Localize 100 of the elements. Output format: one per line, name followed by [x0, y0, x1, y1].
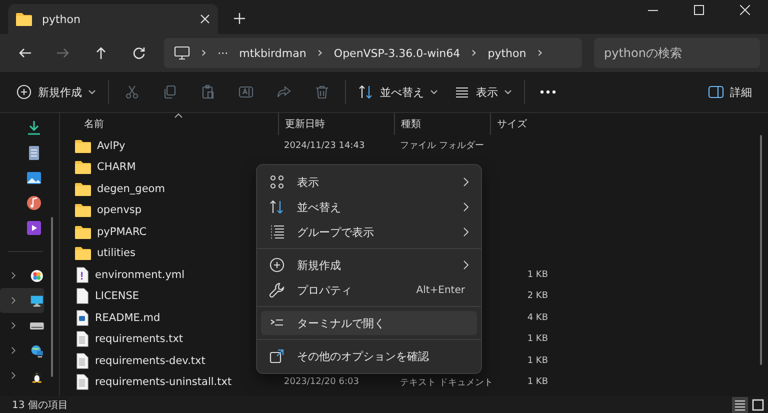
sort-icon: [269, 199, 285, 215]
video-icon: [26, 220, 42, 236]
breadcrumb-separator: ›: [537, 45, 543, 61]
download-icon: [26, 120, 42, 136]
file-name[interactable]: AvlPy: [97, 140, 126, 152]
file-size: 1 KB: [527, 356, 548, 366]
file-icon: [75, 374, 89, 390]
sort-icon: [358, 84, 374, 100]
music-icon: [26, 194, 42, 210]
close-icon[interactable]: [200, 14, 210, 24]
file-size: 1 KB: [527, 334, 548, 344]
more-icon: [540, 90, 556, 94]
folder-icon: [16, 12, 32, 26]
menu-item[interactable]: 表示: [261, 170, 477, 194]
file-type: テキスト ドキュメント: [400, 378, 493, 388]
file-name[interactable]: LICENSE: [95, 290, 140, 302]
chevron-icon: [463, 202, 469, 212]
ellipsis-button[interactable]: ···: [218, 46, 228, 60]
list-icon: [269, 224, 285, 240]
chevron-icon: [463, 260, 469, 270]
maximize-icon[interactable]: [694, 5, 704, 15]
forward-arrow-icon: [56, 46, 70, 60]
sort-button[interactable]: 並べ替え: [350, 77, 446, 107]
file-name[interactable]: requirements-dev.txt: [95, 354, 206, 367]
caret-icon: [88, 89, 96, 95]
picture-icon: [26, 170, 42, 186]
chevron-icon: [463, 227, 469, 237]
details-pane-icon: [708, 85, 724, 99]
document-icon: [26, 144, 42, 160]
column-header[interactable]: サイズ: [490, 113, 550, 135]
file-name[interactable]: openvsp: [97, 204, 142, 216]
file-size: 4 KB: [527, 312, 548, 323]
chevron-icon[interactable]: [11, 321, 16, 330]
details-view-button[interactable]: [732, 396, 748, 412]
tree-item[interactable]: [0, 288, 44, 313]
caret-icon: [504, 89, 512, 95]
file-name[interactable]: degen_geom: [97, 182, 165, 195]
file-name[interactable]: requirements-uninstall.txt: [95, 376, 232, 388]
details-button[interactable]: 詳細: [700, 77, 760, 107]
address-bar[interactable]: › ··· mtkbirdman › OpenVSP-3.36.0-win64 › python ›: [164, 38, 582, 68]
date-modified: 2023/12/20 6:03: [284, 377, 359, 388]
chevron-icon[interactable]: [11, 346, 16, 355]
tab-title: python: [42, 12, 82, 26]
wrench-icon: [269, 282, 285, 298]
file-name[interactable]: requirements.txt: [95, 333, 184, 346]
item-count: 13 個の項目: [12, 398, 68, 412]
folder-icon: [75, 203, 91, 218]
file-name[interactable]: CHARM: [97, 161, 136, 174]
chevron-icon: [463, 177, 469, 187]
view-button[interactable]: 表示: [446, 77, 520, 107]
rename-icon: [238, 84, 254, 100]
file-size: 2 KB: [527, 291, 548, 302]
menu-item[interactable]: グループで表示: [261, 220, 477, 244]
menu-item[interactable]: 並べ替え: [261, 195, 477, 219]
file-size: 1 KB: [527, 270, 548, 280]
chevron-icon[interactable]: [11, 271, 16, 280]
scrollbar[interactable]: [51, 217, 53, 377]
plus-circle-icon: [16, 84, 32, 100]
file-icon: [75, 331, 89, 348]
sort-caret-icon: [174, 113, 183, 118]
clipboard-icon: [200, 84, 216, 100]
photos-icon: [30, 268, 44, 284]
plus-circle-icon: [269, 257, 285, 273]
file-icon: [75, 310, 89, 326]
breadcrumb[interactable]: OpenVSP-3.36.0-win64: [334, 46, 460, 60]
monitor-icon: [174, 46, 190, 60]
column-header[interactable]: 種類: [394, 113, 490, 135]
close-icon[interactable]: [740, 5, 750, 15]
folder-icon: [75, 138, 91, 153]
breadcrumb-separator: ›: [201, 45, 207, 61]
tiles-view-button[interactable]: [750, 396, 766, 412]
file-icon: [75, 352, 89, 369]
menu-item[interactable]: その他のオプションを確認: [261, 344, 477, 368]
shortcut-text: Alt+Enter: [416, 284, 465, 296]
scrollbar[interactable]: [760, 135, 762, 365]
column-header[interactable]: 名前: [60, 113, 278, 135]
new-tab-icon[interactable]: [234, 13, 245, 24]
external-window-icon: [269, 348, 285, 364]
breadcrumb[interactable]: mtkbirdman: [239, 46, 306, 60]
scissors-icon: [124, 84, 140, 100]
file-size: 1 KB: [527, 377, 548, 388]
menu-item[interactable]: プロパティ Alt+Enter: [261, 278, 477, 302]
chevron-icon[interactable]: [11, 296, 16, 305]
search-field[interactable]: pythonの検索: [594, 38, 760, 68]
network-icon: [30, 342, 44, 358]
menu-item[interactable]: 新規作成: [261, 253, 477, 277]
trash-icon: [314, 84, 330, 100]
copy-icon: [162, 84, 178, 100]
tab[interactable]: python: [8, 4, 218, 34]
file-name[interactable]: utilities: [97, 247, 136, 260]
file-type: ファイル フォルダー: [400, 141, 484, 152]
date-modified: 2024/11/23 14:43: [284, 140, 365, 151]
chevron-icon[interactable]: [11, 371, 16, 380]
file-name[interactable]: README.md: [95, 312, 160, 324]
file-name[interactable]: pyPMARC: [97, 226, 147, 238]
new-button[interactable]: 新規作成: [8, 77, 104, 107]
file-name[interactable]: environment.yml: [95, 268, 185, 281]
menu-item[interactable]: ターミナルで開く: [261, 311, 477, 335]
column-header[interactable]: 更新日時: [278, 113, 394, 135]
breadcrumb[interactable]: python: [488, 46, 526, 60]
